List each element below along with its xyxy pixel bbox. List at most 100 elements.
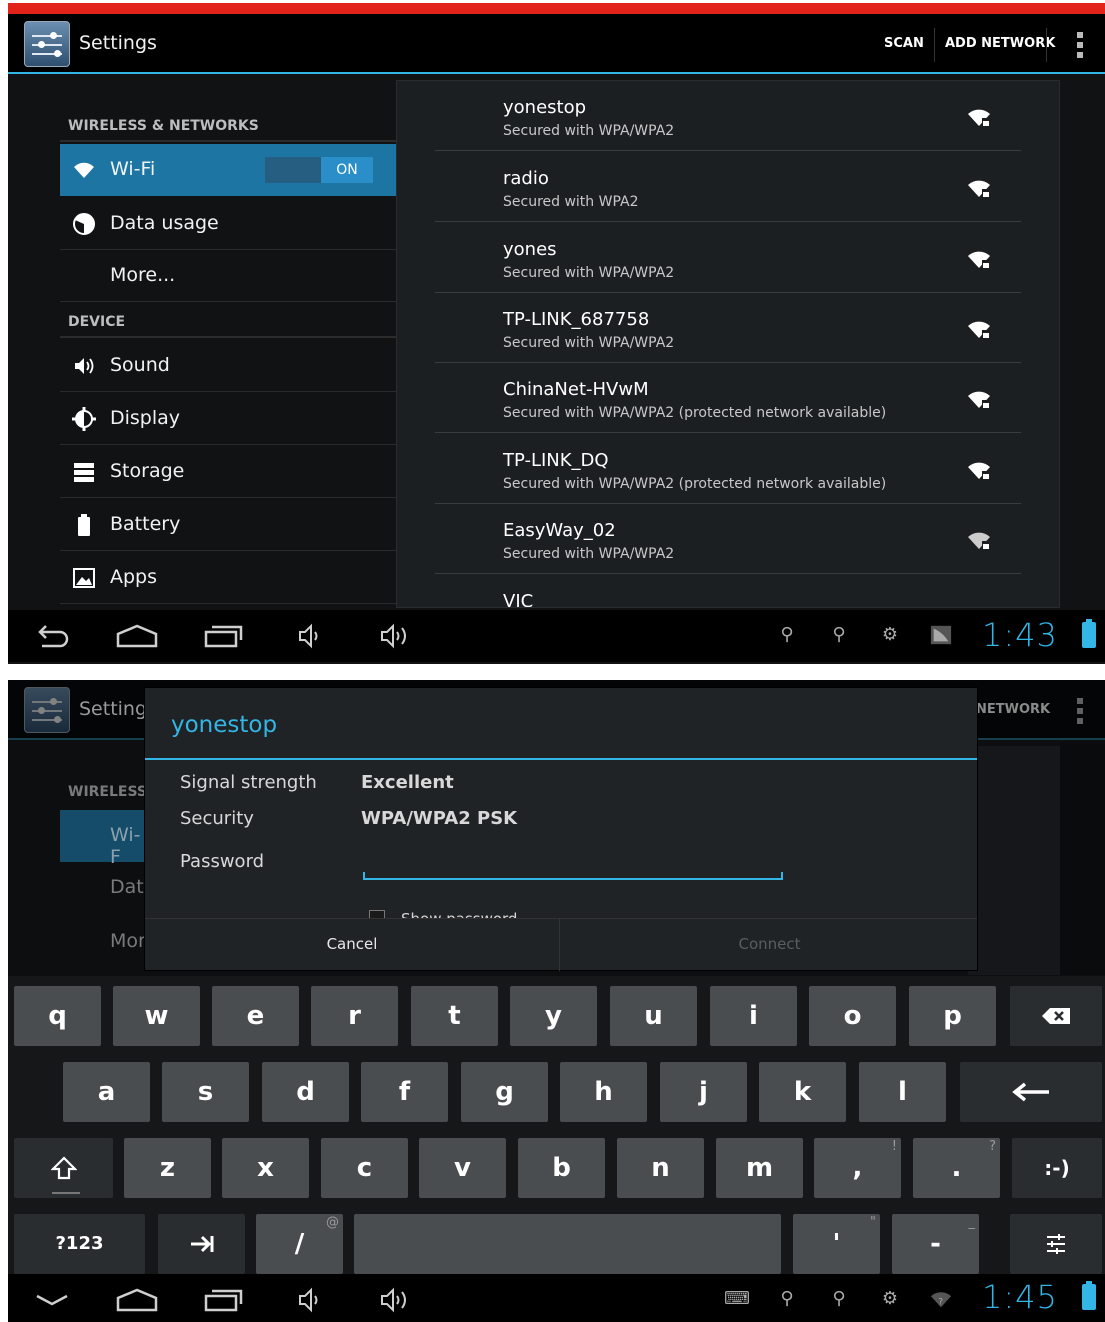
key-i[interactable]: i — [710, 986, 797, 1046]
section-header-wireless: WIRELESS — [68, 784, 148, 800]
network-item[interactable]: radio Secured with WPA2 — [435, 152, 1021, 222]
action-bar: Settings SCAN ADD NETWORK — [8, 14, 1105, 74]
sidebar-item-display[interactable]: Display — [60, 393, 396, 445]
input-edge — [363, 872, 365, 880]
tab-key[interactable] — [158, 1214, 245, 1274]
key-z[interactable]: z — [124, 1138, 211, 1198]
key-x[interactable]: x — [222, 1138, 309, 1198]
connect-button[interactable]: Connect — [562, 919, 977, 971]
key-p[interactable]: p — [909, 986, 996, 1046]
key-l[interactable]: l — [859, 1062, 946, 1122]
key-o[interactable]: o — [809, 986, 896, 1046]
key-t[interactable]: t — [411, 986, 498, 1046]
sidebar-item-data-usage[interactable]: Data usage — [60, 198, 396, 250]
sidebar-item-sound[interactable]: Sound — [60, 340, 396, 392]
wifi-signal-locked-icon — [968, 462, 990, 479]
key-j[interactable]: j — [660, 1062, 747, 1122]
keyboard-settings-key[interactable] — [1010, 1214, 1102, 1274]
key-w[interactable]: w — [113, 986, 200, 1046]
key-dash[interactable]: - _ — [892, 1214, 979, 1274]
sidebar-item-label: Wi-F — [110, 824, 141, 868]
key-c[interactable]: c — [321, 1138, 408, 1198]
recent-apps-icon[interactable] — [204, 1284, 244, 1316]
background-list — [1060, 742, 1105, 975]
storage-icon — [74, 463, 94, 482]
key-k[interactable]: k — [759, 1062, 846, 1122]
key-apostrophe[interactable]: ' " — [793, 1214, 880, 1274]
shift-icon — [49, 1156, 78, 1180]
top-banner — [8, 3, 1105, 14]
volume-down-icon[interactable] — [298, 1284, 324, 1316]
key-r[interactable]: r — [311, 986, 398, 1046]
volume-down-icon[interactable] — [298, 620, 324, 652]
recent-apps-icon[interactable] — [204, 620, 244, 652]
sidebar-item-more[interactable]: More... — [60, 250, 396, 302]
key-m[interactable]: m — [716, 1138, 803, 1198]
spacebar-key[interactable] — [354, 1214, 781, 1274]
overflow-menu-icon — [1077, 698, 1083, 724]
sidebar-item-label: Storage — [110, 460, 185, 482]
key-h[interactable]: h — [560, 1062, 647, 1122]
wifi-signal-locked-icon — [968, 251, 990, 268]
key-label: , — [852, 1153, 863, 1183]
wifi-signal-locked-icon — [968, 321, 990, 338]
sidebar-item-label: More... — [110, 264, 176, 286]
sidebar-item-battery[interactable]: Battery — [60, 499, 396, 551]
network-item[interactable]: yonestop Secured with WPA/WPA2 — [435, 81, 1021, 151]
network-item[interactable]: TP-LINK_687758 Secured with WPA/WPA2 — [435, 293, 1021, 363]
key-f[interactable]: f — [361, 1062, 448, 1122]
volume-up-icon[interactable] — [380, 1284, 414, 1316]
wifi-signal-locked-icon — [968, 109, 990, 126]
key-d[interactable]: d — [262, 1062, 349, 1122]
key-e[interactable]: e — [212, 986, 299, 1046]
sidebar-item-apps[interactable]: Apps — [60, 552, 396, 604]
network-item[interactable]: yones Secured with WPA/WPA2 — [435, 223, 1021, 293]
key-s[interactable]: s — [162, 1062, 249, 1122]
key-comma[interactable]: , ! — [814, 1138, 901, 1198]
key-u[interactable]: u — [610, 986, 697, 1046]
cancel-button[interactable]: Cancel — [145, 919, 560, 971]
symbols-key[interactable]: ?123 — [14, 1214, 145, 1274]
speaker-icon — [75, 358, 94, 374]
volume-up-icon[interactable] — [380, 620, 414, 652]
wifi-connect-screen: Settings NETWORK WIRELESS Wi-F Data Mor … — [8, 680, 1105, 1322]
overflow-menu-icon[interactable] — [1077, 32, 1083, 58]
divider — [145, 758, 977, 760]
backspace-key[interactable] — [1010, 986, 1102, 1046]
key-b[interactable]: b — [518, 1138, 605, 1198]
key-label: . — [951, 1153, 962, 1183]
network-item[interactable]: VIC — [435, 575, 1021, 607]
shift-key[interactable] — [14, 1138, 113, 1198]
key-y[interactable]: y — [510, 986, 597, 1046]
key-g[interactable]: g — [461, 1062, 548, 1122]
home-icon[interactable] — [116, 1284, 158, 1316]
home-icon[interactable] — [116, 620, 158, 652]
sidebar-item-label: Battery — [110, 513, 181, 535]
key-q[interactable]: q — [14, 986, 101, 1046]
network-item[interactable]: ChinaNet-HVwM Secured with WPA/WPA2 (pro… — [435, 363, 1021, 433]
wifi-signal-locked-icon — [968, 391, 990, 408]
scan-button[interactable]: SCAN — [884, 36, 924, 51]
network-item[interactable]: TP-LINK_DQ Secured with WPA/WPA2 (protec… — [435, 434, 1021, 504]
key-period[interactable]: . ? — [913, 1138, 1000, 1198]
network-item[interactable]: EasyWay_02 Secured with WPA/WPA2 — [435, 504, 1021, 574]
smiley-key[interactable]: :-) — [1012, 1138, 1102, 1198]
key-n[interactable]: n — [617, 1138, 704, 1198]
hide-keyboard-icon[interactable] — [34, 1284, 70, 1316]
sidebar-item-wifi[interactable]: Wi-Fi ON — [60, 144, 396, 196]
key-v[interactable]: v — [419, 1138, 506, 1198]
back-icon[interactable] — [32, 620, 70, 652]
add-network-button[interactable]: ADD NETWORK — [945, 36, 1055, 51]
key-slash[interactable]: / @ — [256, 1214, 343, 1274]
background-list — [968, 746, 1060, 975]
sidebar-item-storage[interactable]: Storage — [60, 446, 396, 498]
key-label: - — [930, 1229, 941, 1259]
key-hint: ! — [891, 1139, 897, 1154]
sidebar-item-wifi: Wi-F — [60, 810, 150, 868]
enter-key[interactable] — [960, 1062, 1102, 1122]
divider — [1046, 28, 1047, 62]
wifi-toggle[interactable]: ON — [265, 157, 373, 183]
password-field[interactable] — [363, 848, 783, 880]
settings-app-icon[interactable] — [24, 21, 70, 67]
key-a[interactable]: a — [63, 1062, 150, 1122]
